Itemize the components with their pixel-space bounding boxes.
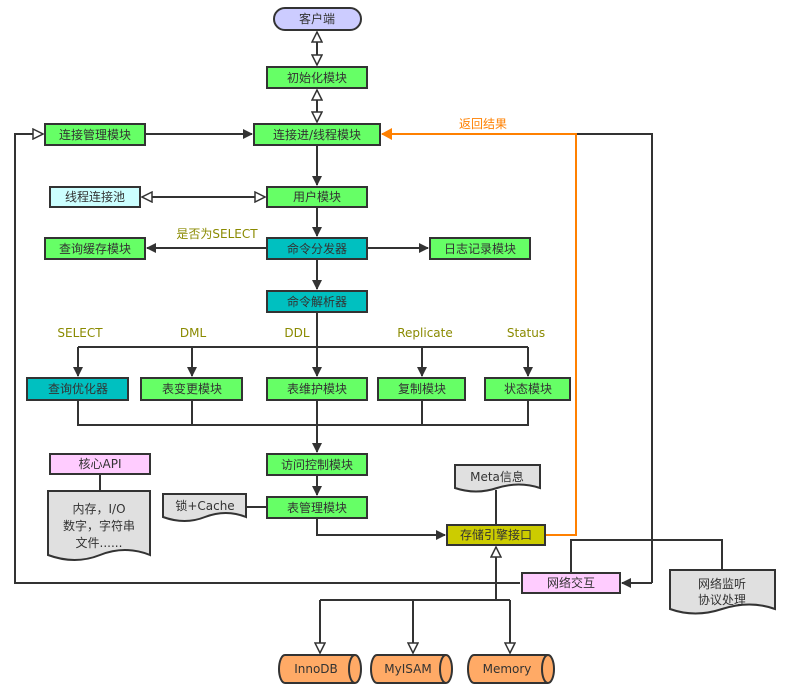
optimizer-label: 查询优化器: [48, 382, 108, 396]
node-parser: 命令解析器: [266, 290, 368, 313]
user-label: 用户模块: [293, 189, 341, 204]
node-table-maint: 表维护模块: [266, 377, 368, 401]
node-table-mgmt: 表管理模块: [266, 496, 368, 519]
node-table-change: 表变更模块: [140, 377, 243, 401]
mysql-architecture-diagram: 是否为SELECT 返回结果 SELECT DML DDL Replicate …: [14, 7, 776, 684]
node-thread-pool: 线程连接池: [49, 186, 141, 208]
node-core-api: 核心API: [49, 453, 151, 475]
net-listen-line: 协议处理: [698, 592, 746, 607]
engine-memory: Memory: [467, 654, 555, 684]
thread-pool-label: 线程连接池: [65, 189, 125, 204]
innodb-label: InnoDB: [294, 662, 338, 676]
node-conn-thread: 连接进/线程模块: [253, 123, 381, 146]
node-network: 网络交互: [521, 572, 621, 594]
node-net-listen: 网络监听 协议处理: [669, 569, 776, 615]
branch-label-replicate: Replicate: [397, 326, 453, 340]
status-label: 状态模块: [504, 382, 552, 396]
node-client: 客户端: [273, 7, 362, 31]
dispatcher-label: 命令分发器: [287, 241, 347, 256]
node-conn-mgmt: 连接管理模块: [44, 123, 146, 146]
node-replication: 复制模块: [377, 377, 466, 401]
access-control-label: 访问控制模块: [281, 458, 353, 472]
memory-label: Memory: [483, 662, 532, 676]
core-api-doc-line: 文件......: [76, 535, 123, 550]
query-cache-label: 查询缓存模块: [59, 242, 131, 256]
node-logging: 日志记录模块: [429, 237, 531, 260]
node-lock-cache: 锁+Cache: [162, 493, 247, 522]
branch-label-dml: DML: [180, 326, 207, 340]
lock-cache-label: 锁+Cache: [175, 498, 234, 513]
tablemgmt-storage-connector: [316, 518, 446, 540]
node-init: 初始化模块: [266, 66, 368, 89]
table-maint-label: 表维护模块: [287, 382, 347, 396]
node-optimizer: 查询优化器: [26, 377, 129, 401]
return-result-label: 返回结果: [459, 117, 507, 131]
merge-bus: [77, 400, 529, 426]
table-mgmt-label: 表管理模块: [287, 500, 347, 515]
node-core-api-doc: 内存，I/O 数字，字符串 文件......: [47, 490, 151, 561]
engine-innodb: InnoDB: [278, 654, 362, 684]
meta-label: Meta信息: [470, 469, 524, 484]
table-change-label: 表变更模块: [162, 381, 222, 396]
engine-myisam: MyISAM: [370, 654, 453, 684]
node-query-cache: 查询缓存模块: [44, 237, 146, 260]
conn-thread-label: 连接进/线程模块: [273, 127, 361, 142]
client-label: 客户端: [299, 11, 335, 26]
node-user: 用户模块: [266, 186, 368, 208]
branch-label-select: SELECT: [57, 326, 103, 340]
network-listen-connector: [570, 539, 723, 572]
node-storage-iface: 存储引擎接口: [446, 524, 546, 546]
replication-label: 复制模块: [398, 382, 446, 396]
init-label: 初始化模块: [287, 71, 347, 85]
node-meta: Meta信息: [454, 464, 541, 493]
core-api-doc-line: 内存，I/O: [72, 502, 125, 516]
node-access-control: 访问控制模块: [266, 453, 368, 476]
logging-label: 日志记录模块: [444, 242, 516, 256]
node-dispatcher: 命令分发器: [266, 237, 368, 260]
net-listen-line: 网络监听: [698, 576, 746, 591]
branch-label-ddl: DDL: [284, 326, 309, 340]
right-loop-line: [576, 133, 653, 583]
myisam-label: MyISAM: [384, 662, 431, 676]
branch-label-status: Status: [507, 326, 545, 340]
is-select-label: 是否为SELECT: [176, 227, 258, 241]
storage-iface-label: 存储引擎接口: [460, 527, 532, 542]
core-api-label: 核心API: [79, 457, 122, 471]
network-label: 网络交互: [547, 575, 595, 590]
parser-label: 命令解析器: [287, 294, 347, 309]
conn-mgmt-label: 连接管理模块: [59, 127, 131, 142]
node-status: 状态模块: [484, 377, 571, 401]
core-api-doc-line: 数字，字符串: [63, 518, 135, 533]
